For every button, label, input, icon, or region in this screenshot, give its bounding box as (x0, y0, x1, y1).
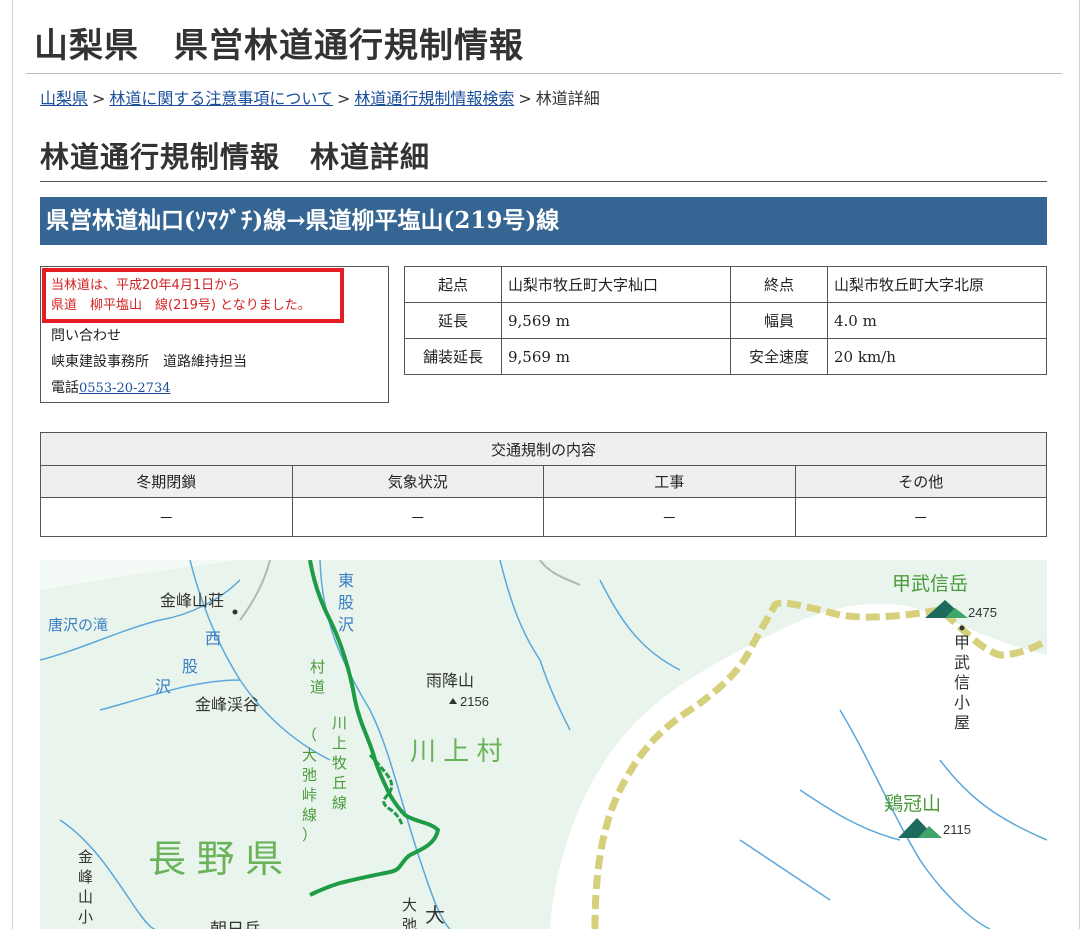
map-label-kawakami-5: 線 (332, 795, 347, 812)
table-caption-row: 交通規制の内容 (40, 432, 1047, 466)
value-construction: － (543, 497, 796, 537)
map-label-daikouchi-2: 弛 (402, 917, 417, 929)
map-label-kinpu-hut-4: 小 (78, 909, 93, 926)
start-value: 山梨市牧丘町大字杣口 (501, 266, 731, 303)
map-label-oike-3: 弛 (302, 767, 317, 784)
road-info-table: 起点 山梨市牧丘町大字杣口 終点 山梨市牧丘町大字北原 延長 9,569 m 幅… (404, 266, 1047, 375)
table-row: － － － － (40, 497, 1047, 537)
width-label: 幅員 (730, 302, 828, 339)
site-title: 山梨県 県営林道通行規制情報 (34, 26, 524, 66)
value-other: － (794, 497, 1047, 537)
map-label-higashimata-3: 沢 (338, 616, 354, 634)
map-label-higashimata-1: 東 (338, 572, 354, 590)
map-label-oike-6: ） (302, 827, 317, 844)
end-value: 山梨市牧丘町大字北原 (827, 266, 1047, 303)
map-label-daikouchi-1: 大 (402, 897, 417, 914)
traffic-regulation-table: 交通規制の内容 冬期閉鎖 気象状況 工事 その他 － － － － (40, 432, 1047, 537)
value-winter-closure: － (40, 497, 293, 537)
map-label-sonmichi-1: 村 (310, 659, 325, 676)
contact-phone-row: 電話0553-20-2734 (51, 375, 247, 402)
breadcrumb-separator: > (336, 89, 351, 108)
breadcrumb-current: 林道詳細 (535, 89, 600, 108)
value-weather: － (291, 497, 544, 537)
map-label-kinpu-sanso: 金峰山荘 (160, 592, 224, 610)
road-name-banner: 県営林道杣口(ｿﾏｸﾞﾁ)線→県道柳平塩山(219号)線 (40, 197, 1047, 245)
map-label-keikan-elev: 2115 (943, 822, 971, 837)
map-label-nishimata-2: 股 (182, 658, 198, 676)
map-label-kinpu-hut-1: 金 (78, 849, 93, 866)
road-map[interactable]: 唐沢の滝 金峰山荘 西 股 沢 金峰渓谷 東 股 沢 村 道 川 上 牧 丘 線… (40, 560, 1047, 929)
map-label-hut-5: 屋 (954, 715, 970, 732)
map-label-dai: 大 (425, 904, 445, 927)
phone-label: 電話 (51, 380, 79, 396)
header-construction: 工事 (543, 465, 796, 498)
notice-line-1: 当林道は、平成20年4月1日から (51, 278, 241, 293)
hut-marker (959, 625, 965, 631)
map-label-oike-4: 峠 (302, 787, 317, 804)
title-divider (26, 73, 1062, 74)
breadcrumb-link-search[interactable]: 林道通行規制情報検索 (354, 89, 514, 108)
map-label-kobushi: 甲武信岳 (892, 573, 968, 595)
safe-speed-label: 安全速度 (730, 338, 828, 375)
width-value: 4.0 m (827, 302, 1047, 339)
map-label-karasawa: 唐沢の滝 (48, 617, 108, 634)
map-label-kawakami-1: 川 (332, 715, 347, 732)
table-row: 延長 9,569 m 幅員 4.0 m (404, 302, 1047, 339)
map-label-kawakami-4: 丘 (332, 775, 347, 792)
start-label: 起点 (404, 266, 502, 303)
breadcrumb-separator: > (518, 89, 532, 108)
breadcrumb-link-yamanashi[interactable]: 山梨県 (40, 89, 88, 108)
table-header-row: 冬期閉鎖 気象状況 工事 その他 (40, 465, 1047, 498)
map-label-nishimata-1: 西 (205, 631, 221, 648)
safe-speed-value: 20 km/h (827, 338, 1047, 375)
map-label-amafuri-elev: 2156 (460, 694, 489, 709)
end-label: 終点 (730, 266, 828, 303)
map-svg: 唐沢の滝 金峰山荘 西 股 沢 金峰渓谷 東 股 沢 村 道 川 上 牧 丘 線… (40, 560, 1047, 929)
map-label-kinpu-hut-3: 山 (78, 889, 93, 906)
table-row: 起点 山梨市牧丘町大字杣口 終点 山梨市牧丘町大字北原 (404, 266, 1047, 303)
notice-line-2: 県道 柳平塩山 線(219号) となりました。 (51, 298, 311, 313)
length-value: 9,569 m (501, 302, 731, 339)
phone-link[interactable]: 0553-20-2734 (79, 381, 171, 396)
page-title: 林道通行規制情報 林道詳細 (40, 140, 431, 174)
map-label-nagano: 長 野 県 (148, 839, 283, 881)
road-change-notice: 当林道は、平成20年4月1日から 県道 柳平塩山 線(219号) となりました。 (42, 268, 344, 323)
map-label-oike-2: 大 (302, 747, 317, 764)
length-label: 延長 (404, 302, 502, 339)
contact-office: 峡東建設事務所 道路維持担当 (51, 354, 247, 370)
table-row: 舗装延長 9,569 m 安全速度 20 km/h (404, 338, 1047, 375)
breadcrumb: 山梨県 > 林道に関する注意事項について > 林道通行規制情報検索 > 林道詳細 (40, 85, 600, 109)
lodge-marker (232, 609, 238, 615)
map-label-chougo: 朝日岳 (210, 920, 261, 929)
header-other: その他 (794, 465, 1047, 498)
map-label-kawakami-village: 川 上 村 (410, 736, 502, 766)
breadcrumb-separator: > (92, 89, 106, 108)
map-label-keikan: 鶏冠山 (884, 793, 941, 815)
map-label-kinpu-hut-2: 峰 (78, 869, 93, 886)
map-label-hut-1: 甲 (954, 635, 970, 652)
breadcrumb-link-notes[interactable]: 林道に関する注意事項について (109, 89, 333, 108)
map-label-kawakami-2: 上 (332, 735, 347, 752)
paved-length-value: 9,569 m (501, 338, 731, 375)
map-label-amafuri: 雨降山 (426, 672, 474, 690)
map-label-higashimata-2: 股 (338, 594, 354, 612)
map-label-hut-4: 小 (954, 694, 970, 712)
map-label-oike-1: （ (302, 727, 317, 744)
map-label-kawakami-3: 牧 (332, 755, 347, 772)
regulation-caption: 交通規制の内容 (40, 432, 1047, 466)
map-label-nishimata-3: 沢 (155, 678, 171, 696)
page-title-divider (40, 181, 1047, 182)
map-label-hut-2: 武 (954, 654, 970, 672)
header-winter-closure: 冬期閉鎖 (40, 465, 293, 498)
map-label-kinpu-keikoku: 金峰渓谷 (195, 696, 259, 714)
map-label-oike-5: 線 (302, 807, 317, 824)
contact-info: 問い合わせ 峡東建設事務所 道路維持担当 電話0553-20-2734 (51, 323, 247, 402)
header-weather: 気象状況 (291, 465, 544, 498)
contact-label: 問い合わせ (51, 328, 121, 344)
map-label-hut-3: 信 (954, 674, 970, 692)
map-label-sonmichi-2: 道 (310, 679, 325, 696)
paved-length-label: 舗装延長 (404, 338, 502, 375)
map-label-kobushi-elev: 2475 (968, 605, 997, 620)
